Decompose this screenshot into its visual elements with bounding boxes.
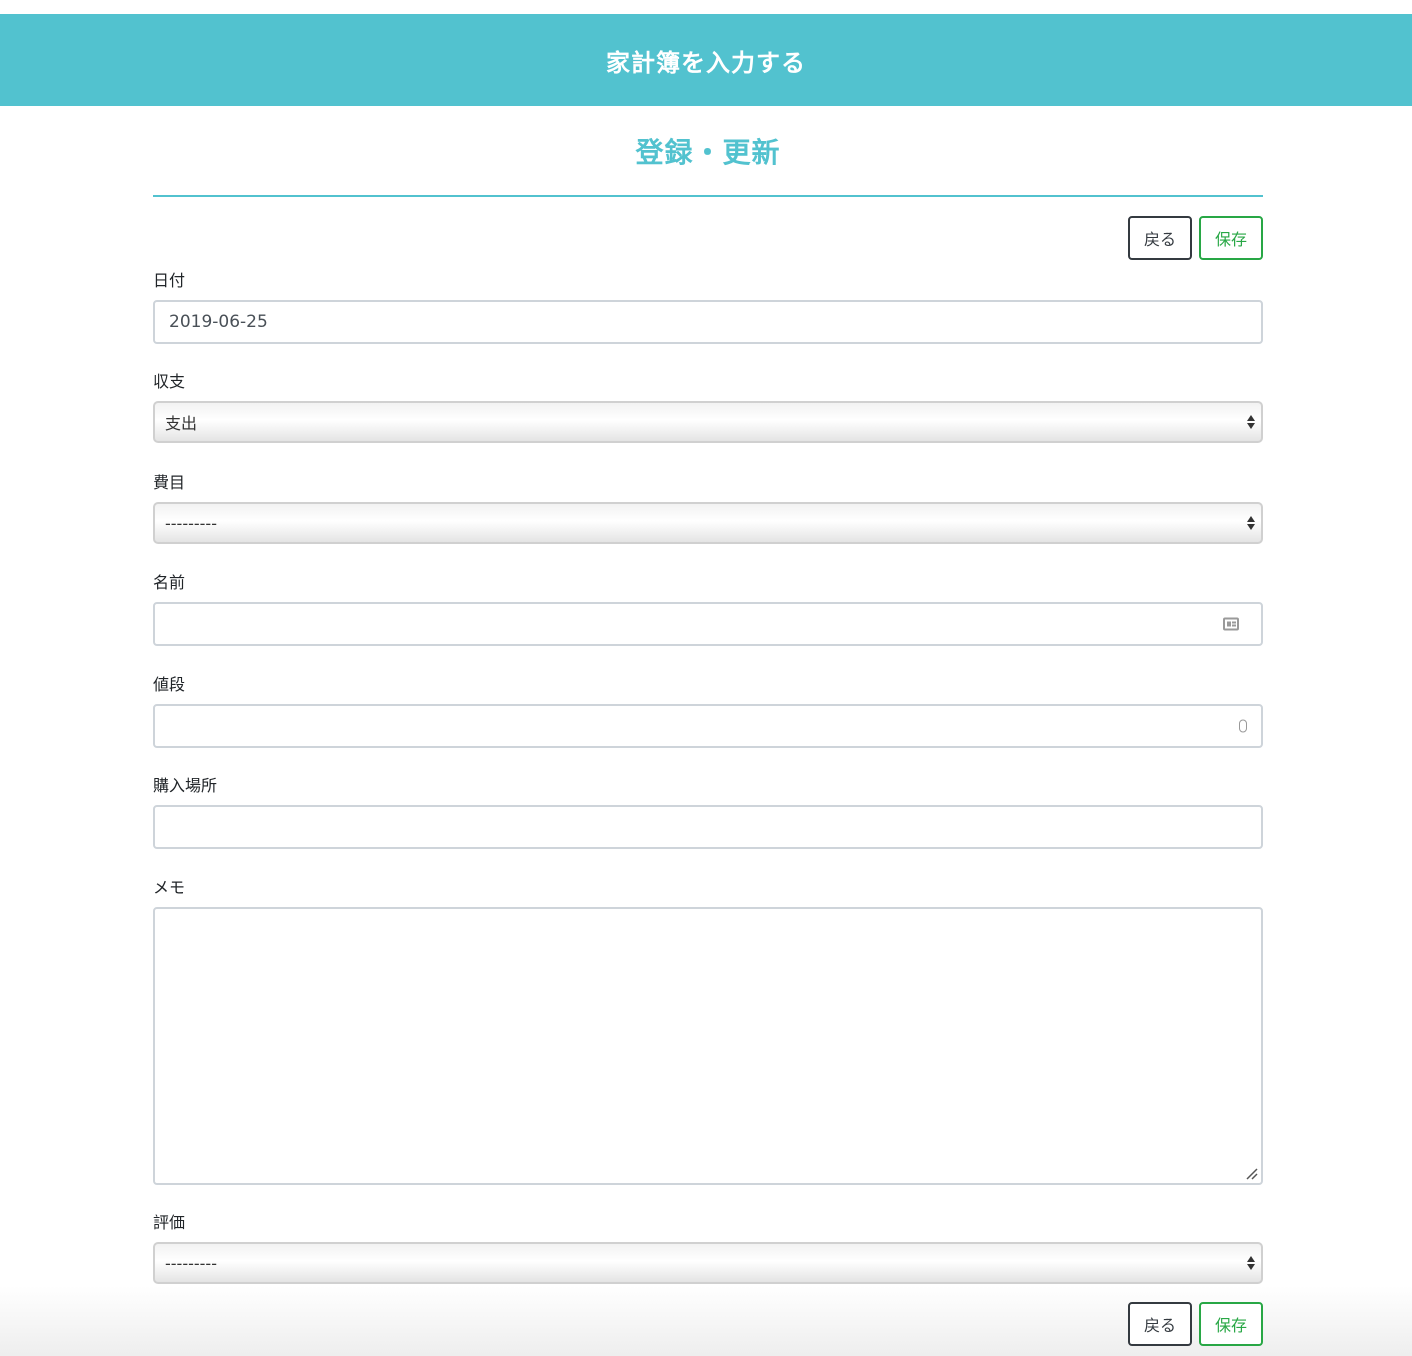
memo-field-group: メモ <box>153 877 1263 1185</box>
category-selected: --------- <box>165 513 217 533</box>
contact-card-icon[interactable] <box>1223 617 1239 631</box>
date-label: 日付 <box>153 271 186 290</box>
rating-select[interactable]: --------- <box>153 1242 1263 1284</box>
category-select[interactable]: --------- <box>153 502 1263 544</box>
memo-textarea[interactable] <box>153 907 1263 1185</box>
select-arrows-icon <box>1247 415 1255 429</box>
top-button-row: 戻る 保存 <box>153 216 1263 260</box>
select-arrows-icon <box>1247 1256 1255 1270</box>
name-field-group: 名前 <box>153 572 1263 646</box>
save-button[interactable]: 保存 <box>1199 216 1263 260</box>
category-field-group: 費目 --------- <box>153 472 1263 544</box>
income-expense-selected: 支出 <box>165 414 198 433</box>
price-label: 値段 <box>153 675 186 694</box>
income-expense-select[interactable]: 支出 <box>153 401 1263 443</box>
place-field-group: 購入場所 <box>153 775 1263 849</box>
memo-label: メモ <box>153 878 186 897</box>
date-value: 2019-06-25 <box>169 312 268 332</box>
date-input[interactable]: 2019-06-25 <box>153 300 1263 344</box>
section-title: 登録・更新 <box>153 106 1263 197</box>
income-expense-field-group: 収支 支出 <box>153 371 1263 443</box>
place-label: 購入場所 <box>153 776 218 795</box>
save-button[interactable]: 保存 <box>1199 1302 1263 1346</box>
rating-field-group: 評価 --------- <box>153 1212 1263 1284</box>
resize-grip-icon[interactable] <box>1246 1168 1258 1180</box>
back-button[interactable]: 戻る <box>1128 216 1192 260</box>
bottom-button-row: 戻る 保存 <box>153 1302 1263 1346</box>
back-button[interactable]: 戻る <box>1128 1302 1192 1346</box>
date-field-group: 日付 2019-06-25 <box>153 270 1263 344</box>
place-input[interactable] <box>153 805 1263 849</box>
price-field-group: 値段 <box>153 674 1263 748</box>
category-label: 費目 <box>153 473 186 492</box>
income-expense-label: 収支 <box>153 372 186 391</box>
name-input[interactable] <box>153 602 1263 646</box>
form-container: 登録・更新 戻る 保存 日付 2019-06-25 収支 支出 費目 -----… <box>153 106 1263 1284</box>
app-header: 家計簿を入力する <box>0 14 1412 106</box>
select-arrows-icon <box>1247 516 1255 530</box>
rating-selected: --------- <box>165 1253 217 1273</box>
top-strip <box>0 0 1412 14</box>
name-label: 名前 <box>153 573 186 592</box>
rating-label: 評価 <box>153 1213 186 1232</box>
number-spinner-icon[interactable] <box>1239 719 1247 733</box>
app-title: 家計簿を入力する <box>606 48 806 77</box>
price-input[interactable] <box>153 704 1263 748</box>
